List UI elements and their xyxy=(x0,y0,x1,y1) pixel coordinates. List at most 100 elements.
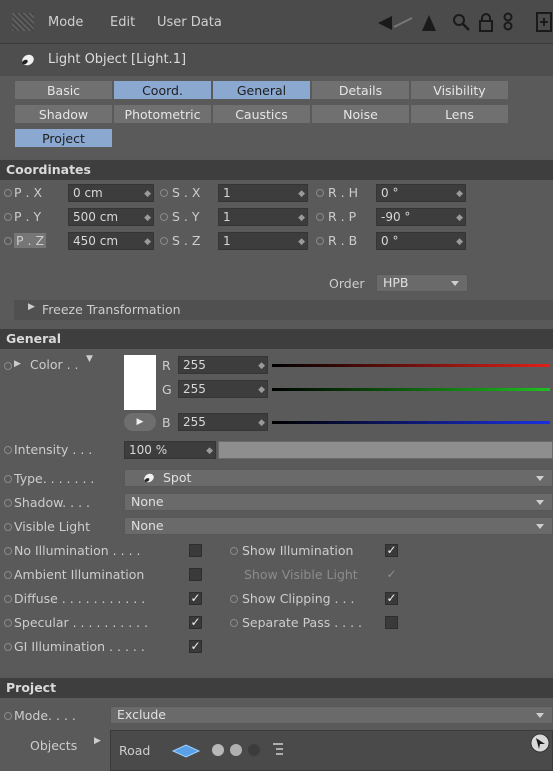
menu-mode[interactable]: Mode xyxy=(48,15,83,30)
py-field[interactable]: 500 cm ◆ xyxy=(68,208,154,226)
tab-photometric[interactable]: Photometric xyxy=(113,104,212,124)
project-mode-label: Mode. . . . xyxy=(14,708,76,723)
px-field[interactable]: 0 cm ◆ xyxy=(68,184,154,202)
ambient-illumination-checkbox[interactable] xyxy=(189,568,202,581)
order-label: Order xyxy=(329,276,365,291)
freeze-expand-icon[interactable]: ▶ xyxy=(28,302,35,312)
tab-noise[interactable]: Noise xyxy=(311,104,410,124)
shadow-dropdown[interactable]: None xyxy=(124,493,553,511)
color-anim-dot[interactable] xyxy=(4,362,12,370)
search-icon[interactable] xyxy=(452,13,470,31)
color-picker-toggle[interactable]: ▶ xyxy=(124,413,156,431)
color-swatch[interactable] xyxy=(124,355,156,410)
shadow-sphere-icon[interactable] xyxy=(229,743,243,757)
order-dropdown[interactable]: HPB xyxy=(376,274,468,292)
tab-caustics[interactable]: Caustics xyxy=(212,104,311,124)
type-anim-dot[interactable] xyxy=(4,475,12,483)
objects-list[interactable]: Road xyxy=(110,730,553,771)
up-arrow-icon[interactable] xyxy=(420,14,438,32)
menu-user-data[interactable]: User Data xyxy=(157,15,222,30)
general-header: General xyxy=(0,329,553,349)
pick-object-arrow-icon[interactable] xyxy=(530,733,550,753)
hierarchy-icon[interactable] xyxy=(271,742,285,758)
tab-general[interactable]: General xyxy=(212,80,311,100)
show-illumination-anim-dot[interactable] xyxy=(230,547,238,555)
ambient-illumination-anim-dot[interactable] xyxy=(4,571,12,579)
separate-pass-label: Separate Pass . . . . xyxy=(242,615,363,630)
g-field[interactable]: 255 ◆ xyxy=(178,380,268,398)
lock-icon[interactable] xyxy=(478,12,494,32)
py-label: P . Y xyxy=(14,209,42,224)
rb-field[interactable]: 0 ° ◆ xyxy=(376,232,466,250)
project-mode-anim-dot[interactable] xyxy=(4,712,12,720)
b-field[interactable]: 255 ◆ xyxy=(178,413,268,431)
sx-anim-dot[interactable] xyxy=(160,189,168,197)
visible-light-dropdown[interactable]: None xyxy=(124,517,553,535)
freeze-transformation-group[interactable]: ▶ Freeze Transformation xyxy=(14,300,553,320)
tab-lens[interactable]: Lens xyxy=(410,104,509,124)
r-slider[interactable] xyxy=(272,364,550,367)
specular-anim-dot[interactable] xyxy=(4,619,12,627)
no-illumination-checkbox[interactable] xyxy=(189,544,202,557)
sy-field[interactable]: 1 ◆ xyxy=(218,208,308,226)
sx-field[interactable]: 1 ◆ xyxy=(218,184,308,202)
tab-project[interactable]: Project xyxy=(14,128,113,148)
link-icon[interactable] xyxy=(502,12,514,32)
type-dropdown[interactable]: Spot xyxy=(124,469,553,487)
show-clipping-anim-dot[interactable] xyxy=(230,595,238,603)
rp-field[interactable]: -90 ° ◆ xyxy=(376,208,466,226)
gi-illumination-checkbox[interactable]: ✓ xyxy=(189,640,202,653)
specular-checkbox[interactable]: ✓ xyxy=(189,616,202,629)
gi-illumination-anim-dot[interactable] xyxy=(4,643,12,651)
sz-anim-dot[interactable] xyxy=(160,237,168,245)
diffuse-anim-dot[interactable] xyxy=(4,595,12,603)
pz-field[interactable]: 450 cm ◆ xyxy=(68,232,154,250)
g-slider[interactable] xyxy=(272,388,550,391)
shadow-anim-dot[interactable] xyxy=(4,499,12,507)
sy-label: S . Y xyxy=(172,209,200,224)
color-menu-caret-icon[interactable]: ▼ xyxy=(86,354,93,364)
menu-edit[interactable]: Edit xyxy=(110,15,135,30)
tab-basic[interactable]: Basic xyxy=(14,80,113,100)
objects-list-item-name[interactable]: Road xyxy=(119,743,150,758)
tab-coord[interactable]: Coord. xyxy=(113,80,212,100)
object-title-bar: Light Object [Light.1] xyxy=(0,44,553,76)
intensity-field[interactable]: 100 % ◆ xyxy=(124,441,216,459)
intensity-slider[interactable] xyxy=(218,441,553,459)
visible-light-anim-dot[interactable] xyxy=(4,523,12,531)
rb-anim-dot[interactable] xyxy=(316,237,324,245)
rh-anim-dot[interactable] xyxy=(316,189,324,197)
specular-sphere-icon[interactable] xyxy=(247,743,261,757)
pz-anim-dot[interactable] xyxy=(4,237,12,245)
include-sphere-icon[interactable] xyxy=(211,743,225,757)
project-mode-dropdown[interactable]: Exclude xyxy=(110,706,553,724)
light-object-icon xyxy=(22,54,34,66)
no-illumination-anim-dot[interactable] xyxy=(4,547,12,555)
separate-pass-checkbox[interactable] xyxy=(385,616,398,629)
sz-field[interactable]: 1 ◆ xyxy=(218,232,308,250)
tab-details[interactable]: Details xyxy=(311,80,410,100)
px-anim-dot[interactable] xyxy=(4,189,12,197)
new-panel-icon[interactable] xyxy=(536,12,553,32)
show-visible-light-checkbox[interactable]: ✓ xyxy=(385,568,398,581)
sy-anim-dot[interactable] xyxy=(160,213,168,221)
py-anim-dot[interactable] xyxy=(4,213,12,221)
r-field[interactable]: 255 ◆ xyxy=(178,356,268,374)
intensity-label: Intensity . . . xyxy=(14,442,93,457)
color-expand-icon[interactable]: ▶ xyxy=(14,359,21,369)
no-illumination-label: No Illumination . . . . xyxy=(14,543,141,558)
grip-icon[interactable] xyxy=(12,13,34,31)
rp-anim-dot[interactable] xyxy=(316,213,324,221)
objects-expand-icon[interactable]: ▶ xyxy=(94,736,101,746)
b-slider[interactable] xyxy=(272,421,550,424)
show-illumination-checkbox[interactable]: ✓ xyxy=(385,544,398,557)
tab-shadow[interactable]: Shadow xyxy=(14,104,113,124)
show-visible-light-label: Show Visible Light xyxy=(244,567,358,582)
tab-visibility[interactable]: Visibility xyxy=(410,80,509,100)
diffuse-checkbox[interactable]: ✓ xyxy=(189,592,202,605)
show-clipping-checkbox[interactable]: ✓ xyxy=(385,592,398,605)
separate-pass-anim-dot[interactable] xyxy=(230,619,238,627)
back-arrow-icon[interactable] xyxy=(376,14,416,32)
rh-field[interactable]: 0 ° ◆ xyxy=(376,184,466,202)
intensity-anim-dot[interactable] xyxy=(4,446,12,454)
